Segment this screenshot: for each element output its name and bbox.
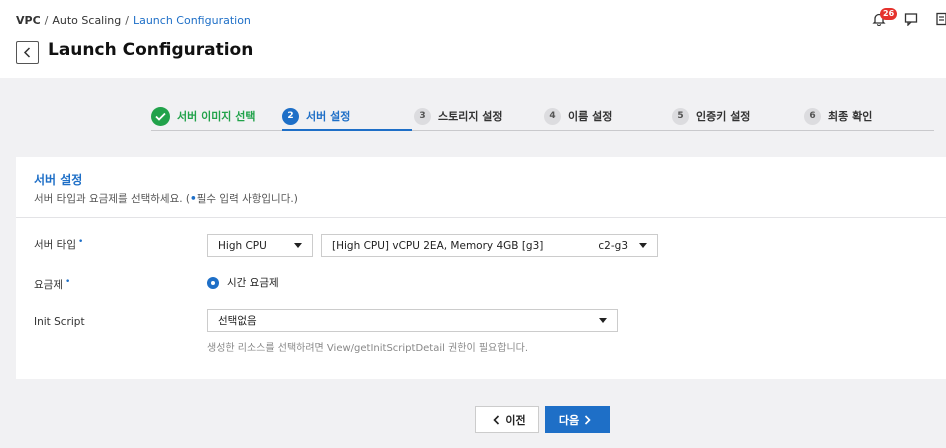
step-label: 이름 설정 [568, 110, 613, 123]
required-dot: • [190, 193, 197, 205]
page-title: Launch Configuration [48, 40, 254, 60]
notification-badge: 26 [880, 8, 898, 20]
prev-button[interactable]: 이전 [475, 406, 539, 433]
caret-down-icon [294, 243, 302, 248]
step-label: 최종 확인 [828, 110, 873, 123]
chevron-right-icon [585, 414, 591, 425]
step-label: 인증키 설정 [696, 110, 751, 123]
caret-down-icon [639, 243, 647, 248]
chevron-left-icon [23, 47, 31, 58]
step-auth-key[interactable]: 5 인증키 설정 [672, 105, 750, 127]
step-number: 6 [804, 107, 821, 125]
required-mark: • [64, 277, 71, 287]
step-name[interactable]: 4 이름 설정 [544, 105, 612, 127]
step-server-settings[interactable]: 2 서버 설정 [282, 105, 350, 127]
server-type-select[interactable]: High CPU [207, 234, 313, 257]
document-icon [936, 12, 946, 26]
document-button[interactable] [933, 10, 946, 28]
hourly-pricing-radio[interactable]: 시간 요금제 [207, 275, 279, 290]
messages-button[interactable] [902, 10, 920, 28]
init-script-select[interactable]: 선택없음 [207, 309, 618, 332]
breadcrumb-separator: / [125, 14, 129, 27]
step-number: 4 [544, 107, 561, 125]
server-type-label: 서버 타입 • [34, 237, 84, 251]
breadcrumb-separator: / [44, 14, 49, 27]
next-button[interactable]: 다음 [545, 406, 610, 433]
step-label: 서버 이미지 선택 [177, 110, 256, 123]
server-spec-code: c2-g3 [598, 240, 628, 252]
breadcrumb: VPC / Auto Scaling / Launch Configuratio… [16, 14, 251, 27]
breadcrumb-vpc[interactable]: VPC [16, 14, 41, 27]
chevron-left-icon [493, 414, 500, 425]
breadcrumb-current: Launch Configuration [132, 14, 251, 27]
step-label: 스토리지 설정 [438, 110, 503, 123]
breadcrumb-auto-scaling[interactable]: Auto Scaling [52, 14, 121, 27]
server-settings-card: 서버 설정 서버 타입과 요금제를 선택하세요. (•필수 입력 사항입니다.)… [16, 157, 946, 379]
radio-selected-icon [207, 276, 219, 289]
required-mark: • [77, 237, 84, 247]
step-number: 3 [414, 107, 431, 125]
pricing-label: 요금제 • [34, 277, 71, 291]
init-script-label: Init Script [34, 316, 85, 328]
chat-icon [904, 13, 918, 26]
step-number: 2 [282, 107, 299, 125]
section-description: 서버 타입과 요금제를 선택하세요. (•필수 입력 사항입니다.) [34, 193, 298, 205]
page-header: VPC / Auto Scaling / Launch Configuratio… [0, 0, 946, 78]
step-label: 서버 설정 [306, 110, 351, 123]
active-step-indicator [282, 129, 412, 131]
divider [16, 217, 946, 218]
step-number: 5 [672, 107, 689, 125]
section-title: 서버 설정 [34, 173, 83, 187]
init-script-hint: 생성한 리소스를 선택하려면 View/getInitScriptDetail … [207, 343, 529, 354]
caret-down-icon [599, 318, 607, 323]
server-spec-select[interactable]: [High CPU] vCPU 2EA, Memory 4GB [g3] c2-… [321, 234, 658, 257]
step-final-review[interactable]: 6 최종 확인 [804, 105, 872, 127]
wizard-stepper: 서버 이미지 선택 2 서버 설정 3 스토리지 설정 4 이름 설정 5 인증… [151, 103, 934, 131]
notifications-button[interactable]: 26 [870, 8, 898, 28]
back-button[interactable] [16, 41, 39, 64]
step-server-image[interactable]: 서버 이미지 선택 [151, 105, 256, 127]
step-storage[interactable]: 3 스토리지 설정 [414, 105, 503, 127]
check-icon [151, 106, 170, 126]
